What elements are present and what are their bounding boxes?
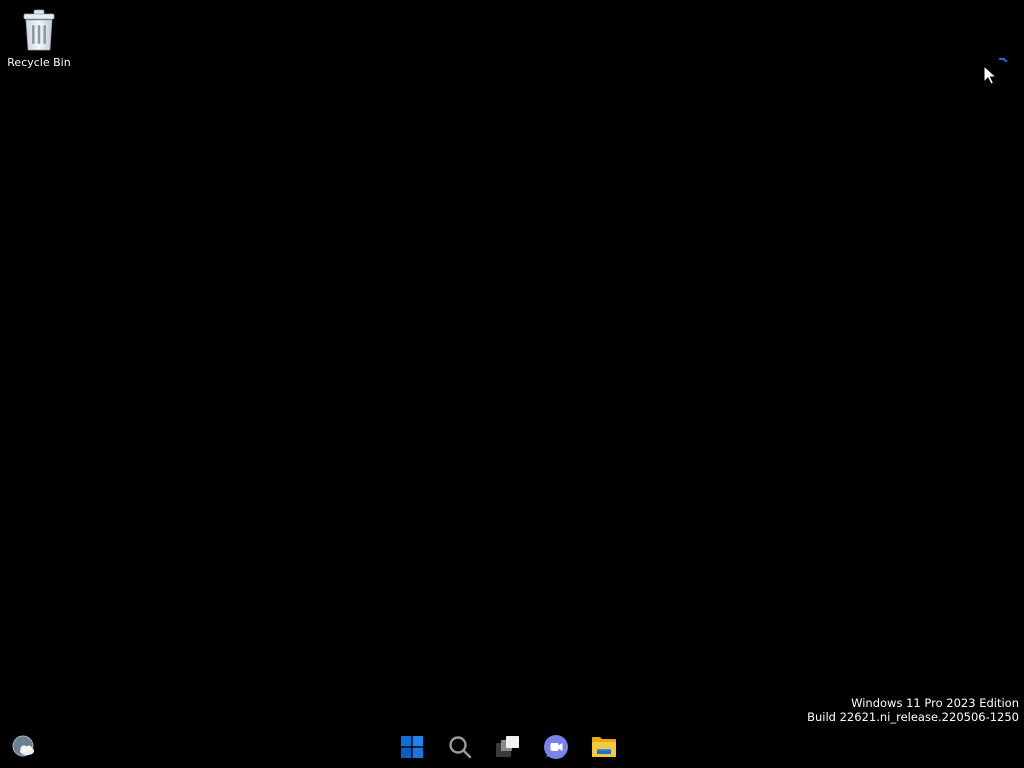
taskbar-pinned-apps [392, 732, 624, 766]
task-view-button[interactable] [488, 732, 528, 766]
file-explorer-icon [591, 735, 617, 763]
recycle-bin-icon [21, 8, 57, 52]
watermark-edition: Windows 11 Pro 2023 Edition [851, 696, 1019, 710]
chat-button[interactable] [536, 732, 576, 766]
teams-chat-icon [543, 734, 569, 764]
mouse-cursor-icon [982, 56, 1008, 85]
watermark-build: Build 22621.ni_release.220506-1250 [807, 710, 1019, 724]
taskbar [0, 728, 1024, 768]
search-button[interactable] [440, 732, 480, 766]
desktop[interactable]: Recycle Bin Windows 11 Pro 2023 Edition … [0, 0, 1024, 768]
weather-widget-icon [11, 734, 37, 764]
task-view-icon [495, 735, 521, 763]
file-explorer-button[interactable] [584, 732, 624, 766]
search-icon [448, 735, 472, 763]
start-button[interactable] [392, 732, 432, 766]
desktop-icon-label: Recycle Bin [7, 56, 71, 69]
widgets-button[interactable] [10, 735, 38, 763]
windows-start-icon [401, 736, 423, 762]
windows-edition-watermark: Windows 11 Pro 2023 Edition Build 22621.… [807, 696, 1019, 724]
desktop-icon-recycle-bin[interactable]: Recycle Bin [6, 8, 72, 76]
